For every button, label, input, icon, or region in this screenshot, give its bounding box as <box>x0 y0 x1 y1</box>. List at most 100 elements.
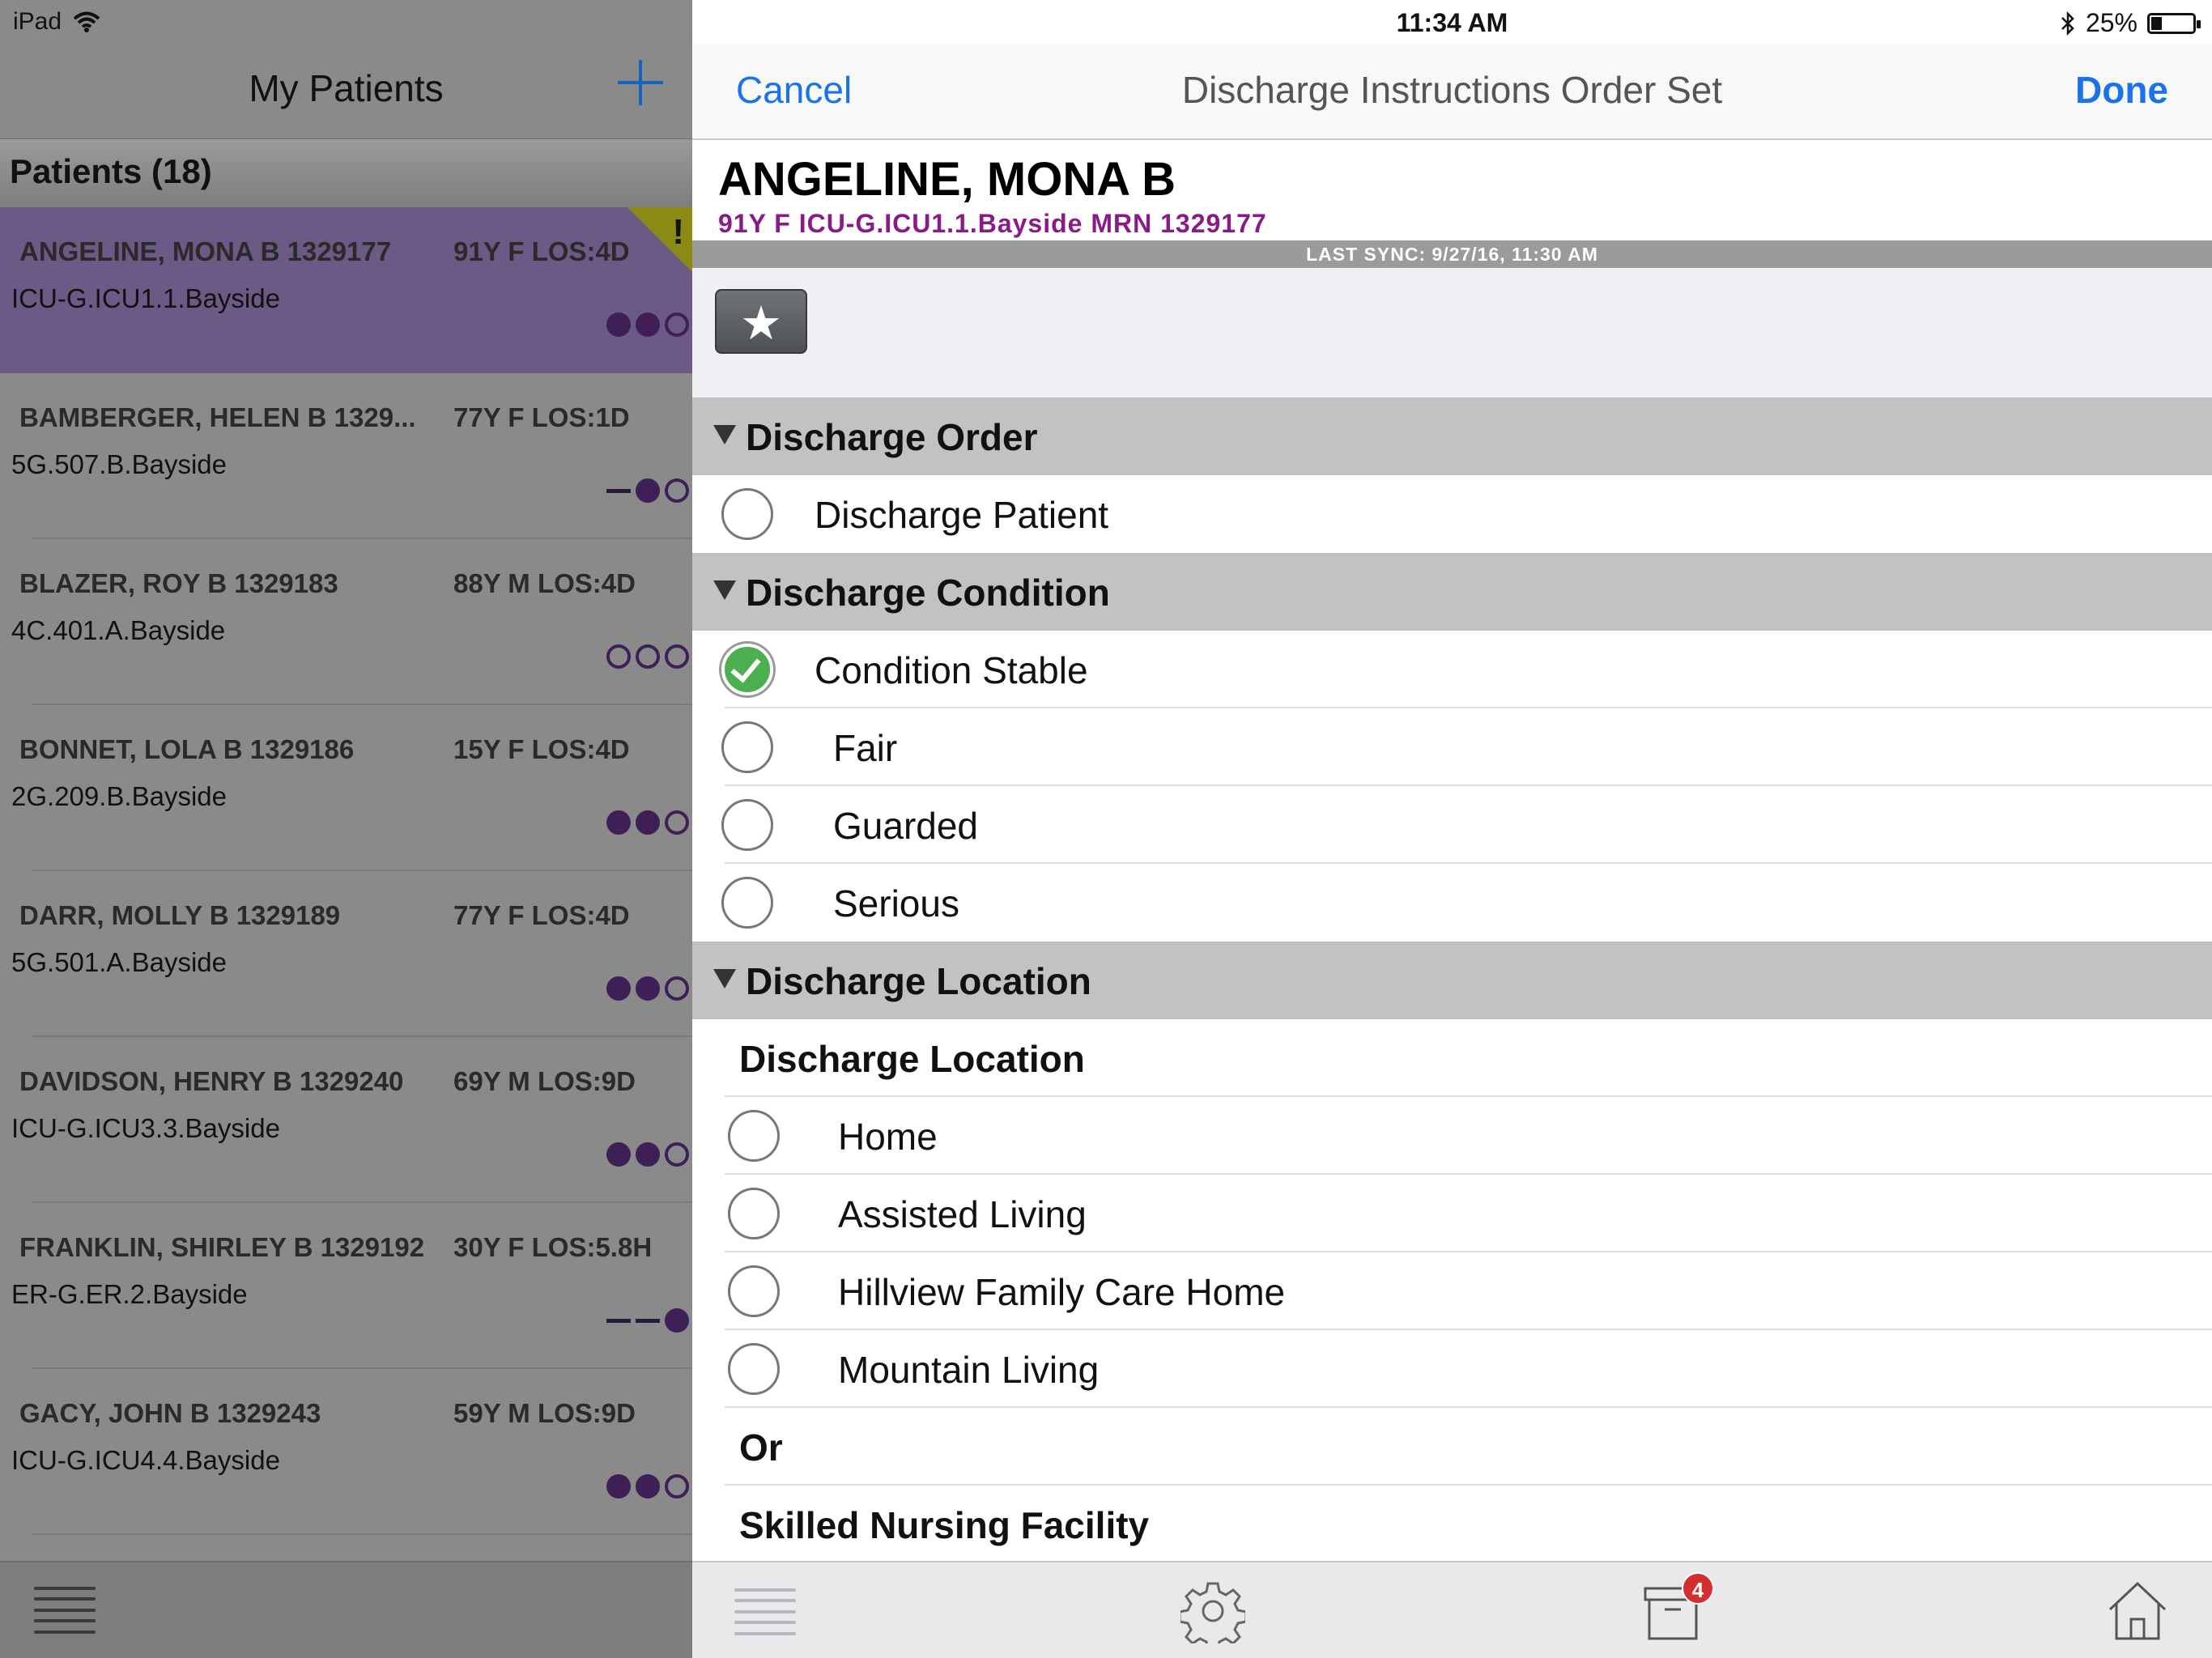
patient-age-los: 77Y F LOS:1D <box>453 402 630 432</box>
status-indicator-empty <box>665 644 689 669</box>
order-option[interactable]: Discharge Patient <box>692 475 2212 553</box>
order-option[interactable]: Mountain Living <box>692 1330 2212 1408</box>
patient-row[interactable]: DAVIDSON, HENRY B 1329240 69Y M LOS:9D ICU… <box>0 1037 692 1203</box>
gear-icon[interactable] <box>1180 1579 1245 1643</box>
subsection-label: Or <box>739 1426 783 1469</box>
radio-empty-icon[interactable] <box>728 1188 780 1239</box>
patient-name: GACY, JOHN B 1329243 <box>19 1398 321 1428</box>
status-indicator-filled <box>606 312 631 337</box>
status-indicators <box>606 1142 689 1167</box>
alert-mark: ! <box>672 212 684 252</box>
patient-row[interactable]: ANGELINE, MONA B 1329177 91Y F LOS:4D ICU-… <box>0 207 692 373</box>
patient-row[interactable]: BAMBERGER, HELEN B 1329... 77Y F LOS:1D 5G… <box>0 373 692 539</box>
status-indicators <box>606 1474 689 1499</box>
group-header[interactable]: Discharge Order <box>692 397 2212 475</box>
cancel-button[interactable]: Cancel <box>736 68 852 112</box>
triangle-down-icon <box>713 580 736 600</box>
order-option[interactable]: Assisted Living <box>692 1175 2212 1252</box>
option-label: Home <box>838 1116 938 1158</box>
patient-location: 2G.209.B.Bayside <box>11 781 227 811</box>
patient-name: DARR, MOLLY B 1329189 <box>19 900 341 930</box>
favorite-button[interactable]: ★ <box>715 289 807 354</box>
status-indicators <box>606 976 689 1001</box>
patient-location: ICU-G.ICU1.1.Bayside <box>11 283 280 313</box>
status-indicator-filled <box>606 1474 631 1499</box>
menu-icon[interactable] <box>34 1587 96 1634</box>
add-patient-button[interactable] <box>618 60 663 105</box>
radio-empty-icon[interactable] <box>728 1265 780 1317</box>
status-indicator-empty <box>665 312 689 337</box>
battery-percent: 25% <box>2085 8 2138 37</box>
patient-row[interactable]: BLAZER, ROY B 1329183 88Y M LOS:4D 4C.401.… <box>0 539 692 705</box>
patient-age-los: 30Y F LOS:5.8H <box>453 1232 653 1262</box>
radio-empty-icon[interactable] <box>721 799 773 851</box>
list-icon[interactable] <box>734 1588 796 1635</box>
status-indicator-empty <box>606 644 631 669</box>
radio-empty-icon[interactable] <box>721 721 773 773</box>
order-option[interactable]: Guarded <box>692 786 2212 864</box>
subsection-label: Skilled Nursing Facility <box>739 1504 1150 1546</box>
status-bar-right: 25% <box>2060 8 2201 38</box>
patient-age-los: 77Y F LOS:4D <box>453 900 630 930</box>
subsection-header: Discharge Location <box>692 1019 2212 1097</box>
order-option[interactable]: Hillview Family Care Home <box>692 1252 2212 1330</box>
inbox-badge: 4 <box>1682 1572 1714 1605</box>
status-indicators <box>606 644 689 669</box>
order-option[interactable]: Fair <box>692 708 2212 786</box>
patient-age-los: 91Y F LOS:4D <box>453 236 630 266</box>
triangle-down-icon <box>713 425 736 444</box>
status-time: 11:34 AM <box>1396 8 1508 37</box>
patient-row[interactable]: DARR, MOLLY B 1329189 77Y F LOS:4D 5G.501.… <box>0 871 692 1037</box>
patient-age-los: 15Y F LOS:4D <box>453 734 630 764</box>
status-indicators <box>606 478 689 503</box>
radio-empty-icon[interactable] <box>728 1110 780 1162</box>
patient-name: DAVIDSON, HENRY B 1329240 <box>19 1066 404 1096</box>
patient-row[interactable]: BONNET, LOLA B 1329186 15Y F LOS:4D 2G.209… <box>0 705 692 871</box>
favorites-area: ★ <box>692 268 2212 397</box>
patient-list-pane: iPad My Patients Patients (18) ANGELINE,… <box>0 0 692 1658</box>
status-indicators <box>606 1308 689 1333</box>
order-set-title: Discharge Instructions Order Set <box>1181 69 1723 111</box>
battery-icon <box>2147 12 2201 34</box>
patient-age-los: 88Y M LOS:4D <box>453 568 636 598</box>
group-label: Discharge Order <box>746 416 1038 458</box>
patient-name: FRANKLIN, SHIRLEY B 1329192 <box>19 1232 425 1262</box>
right-tab-bar: 4 <box>692 1561 2212 1658</box>
option-label: Condition Stable <box>815 649 1088 691</box>
radio-empty-icon[interactable] <box>721 488 773 540</box>
status-indicator-empty <box>665 810 689 835</box>
done-button[interactable]: Done <box>2075 68 2168 112</box>
patient-location: 5G.507.B.Bayside <box>11 449 227 479</box>
option-label: Guarded <box>833 805 979 847</box>
patient-info: 91Y F ICU-G.ICU1.1.Bayside MRN 1329177 <box>718 209 1267 238</box>
triangle-down-icon <box>713 969 736 988</box>
star-icon: ★ <box>740 297 782 350</box>
checkbox-checked-icon[interactable] <box>721 644 773 695</box>
device-label: iPad <box>13 8 62 35</box>
order-option[interactable]: Serious <box>692 864 2212 942</box>
status-indicator-empty <box>665 478 689 503</box>
status-indicator-empty <box>665 1142 689 1167</box>
patient-row[interactable]: GACY, JOHN B 1329243 59Y M LOS:9D ICU-G.IC… <box>0 1369 692 1535</box>
subsection-label: Discharge Location <box>739 1038 1085 1080</box>
group-header[interactable]: Discharge Condition <box>692 553 2212 631</box>
patient-location: ICU-G.ICU3.3.Bayside <box>11 1113 280 1143</box>
patients-count: Patients (18) <box>10 152 212 190</box>
bluetooth-icon <box>2061 11 2074 36</box>
status-indicator-filled <box>636 810 660 835</box>
home-icon[interactable] <box>2105 1577 2170 1642</box>
order-option[interactable]: Home <box>692 1097 2212 1175</box>
radio-empty-icon[interactable] <box>721 877 773 929</box>
patient-row[interactable]: FRANKLIN, SHIRLEY B 1329192 30Y F LOS:5.8… <box>0 1203 692 1369</box>
patient-age-los: 59Y M LOS:9D <box>453 1398 636 1428</box>
status-indicator-empty <box>636 644 660 669</box>
patient-name: ANGELINE, MONA B 1329177 <box>19 236 392 266</box>
group-header[interactable]: Discharge Location <box>692 942 2212 1019</box>
radio-empty-icon[interactable] <box>728 1343 780 1395</box>
patient-location: 4C.401.A.Bayside <box>11 615 226 645</box>
order-option[interactable]: Condition Stable <box>692 631 2212 708</box>
status-indicator-filled <box>636 478 660 503</box>
order-set-pane: 11:34 AM 25% Discharge Instructions Orde… <box>692 0 2212 1658</box>
order-set-nav-bar: Discharge Instructions Order Set Cancel … <box>692 44 2212 140</box>
patients-section-header: Patients (18) <box>0 139 692 207</box>
